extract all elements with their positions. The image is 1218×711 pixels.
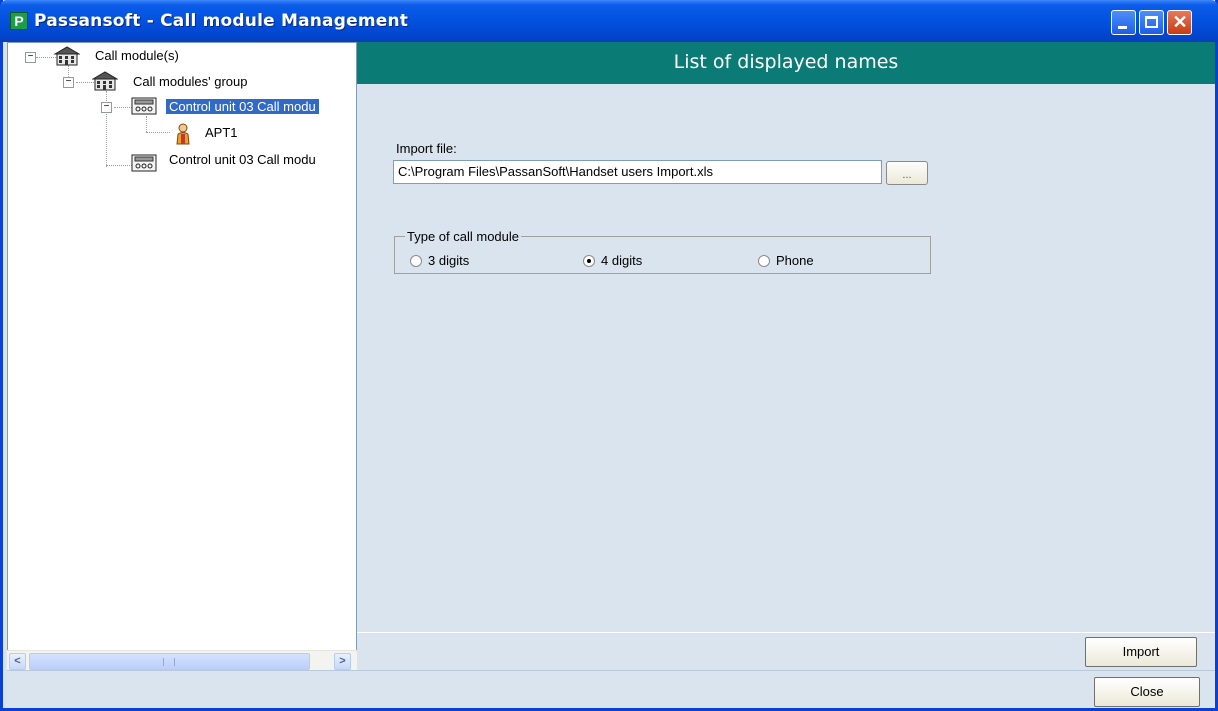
tree-connector	[114, 107, 132, 108]
tree-item-label: APT1	[205, 125, 238, 140]
radio-label: Phone	[776, 253, 814, 268]
call-module-tree[interactable]: − Call module(s) − Call modules' group −…	[7, 42, 357, 670]
close-window-button[interactable]: ✕	[1167, 10, 1192, 35]
tree-item-call-modules[interactable]: Call module(s)	[92, 46, 182, 66]
scrollbar-grip	[163, 658, 175, 666]
radio-unchecked-icon	[410, 255, 422, 267]
tree-connector	[106, 165, 132, 166]
scroll-left-icon[interactable]: <	[9, 653, 26, 670]
maximize-button[interactable]	[1139, 10, 1164, 35]
building-icon	[54, 46, 80, 66]
control-unit-icon	[131, 97, 157, 115]
import-file-label: Import file:	[396, 141, 457, 156]
radio-label: 3 digits	[428, 253, 470, 268]
radio-label: 4 digits	[601, 253, 643, 268]
maximize-icon	[1145, 16, 1158, 28]
window-button-bar	[7, 670, 1215, 708]
collapse-icon[interactable]: −	[101, 102, 112, 113]
tree-item-call-modules-group[interactable]: Call modules' group	[130, 72, 251, 92]
radio-unchecked-icon	[758, 255, 770, 267]
minimize-icon	[1118, 26, 1127, 29]
app-icon: P	[10, 12, 28, 30]
import-button[interactable]: Import	[1085, 637, 1197, 667]
tree-item-label: Control unit 03 Call modu	[166, 99, 319, 114]
tree-item-apt1[interactable]: APT1	[202, 123, 241, 143]
close-icon: ✕	[1172, 12, 1188, 32]
window-title: Passansoft - Call module Management	[34, 11, 409, 31]
tree-item-label: Call module(s)	[95, 48, 179, 63]
browse-button[interactable]: ...	[886, 161, 928, 185]
control-unit-icon	[131, 154, 157, 172]
radio-4-digits[interactable]: 4 digits	[583, 252, 642, 270]
import-file-input[interactable]: C:\Program Files\PassanSoft\Handset user…	[393, 160, 882, 184]
panel-header: List of displayed names	[357, 42, 1215, 84]
minimize-button[interactable]	[1111, 10, 1136, 35]
call-module-type-legend: Type of call module	[405, 229, 522, 244]
tree-horizontal-scrollbar[interactable]: < >	[7, 650, 357, 670]
collapse-icon[interactable]: −	[25, 52, 36, 63]
building-icon	[92, 71, 118, 91]
tree-connector	[146, 116, 147, 132]
radio-phone[interactable]: Phone	[758, 252, 814, 270]
tree-item-control-unit-2[interactable]: Control unit 03 Call modu	[166, 150, 319, 170]
radio-checked-icon	[583, 255, 595, 267]
tree-item-control-unit-1[interactable]: Control unit 03 Call modu	[166, 97, 319, 117]
scrollbar-thumb[interactable]	[29, 653, 310, 670]
close-button[interactable]: Close	[1094, 677, 1200, 707]
tree-item-label: Control unit 03 Call modu	[169, 152, 316, 167]
radio-3-digits[interactable]: 3 digits	[410, 252, 469, 270]
scroll-right-icon[interactable]: >	[334, 653, 351, 670]
collapse-icon[interactable]: −	[63, 77, 74, 88]
tree-item-label: Call modules' group	[133, 74, 248, 89]
tree-connector	[146, 132, 170, 133]
title-bar[interactable]: P Passansoft - Call module Management ✕	[0, 0, 1218, 42]
person-icon	[176, 123, 190, 145]
